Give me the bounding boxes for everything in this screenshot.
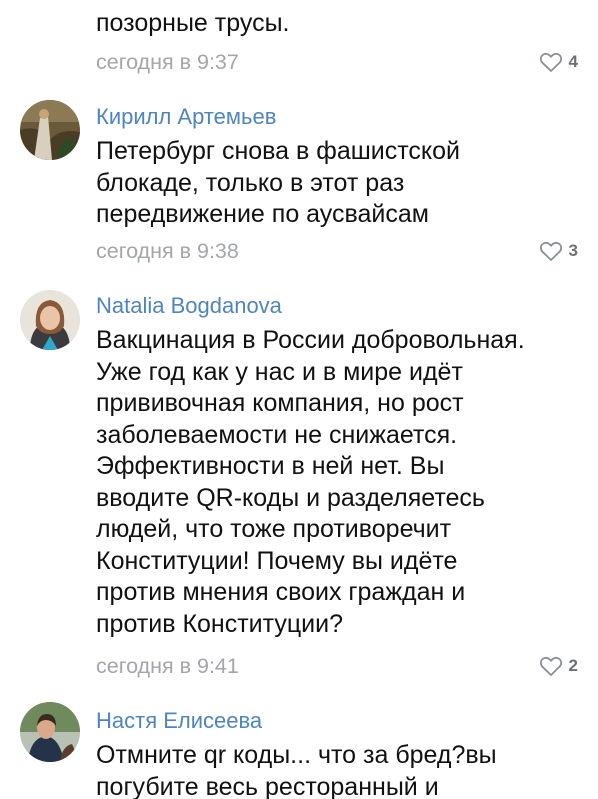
heart-outline-icon <box>539 51 563 73</box>
avatar[interactable] <box>20 290 80 350</box>
heart-outline-icon <box>539 655 563 677</box>
like-count: 3 <box>568 241 578 260</box>
avatar-image <box>20 290 80 350</box>
comment-meta: сегодня в 9:41 2 <box>96 652 578 680</box>
like-count: 2 <box>568 656 578 675</box>
comment-author[interactable]: Кирилл Артемьев <box>96 104 276 130</box>
like-button[interactable]: 4 <box>539 48 578 76</box>
comment-text: Петербург снова в фашистской блокаде, то… <box>96 137 461 228</box>
comment-text: Вакцинация в России добровольная. Уже го… <box>96 326 525 638</box>
comment-item: Natalia Bogdanova Вакцинация в России до… <box>0 280 598 692</box>
comment-item: Настя Елисеева Отмните qr коды... что за… <box>0 692 598 799</box>
comment-meta: сегодня в 9:38 3 <box>96 237 578 265</box>
avatar-image <box>20 702 80 762</box>
comments-feed: позорные трусы. сегодня в 9:37 4 Кирилл … <box>0 0 598 799</box>
like-button[interactable]: 2 <box>539 652 578 680</box>
comment-item: позорные трусы. сегодня в 9:37 4 <box>0 0 598 90</box>
comment-item: Кирилл Артемьев Петербург снова в фашист… <box>0 90 598 280</box>
like-count: 4 <box>568 52 578 71</box>
like-button[interactable]: 3 <box>539 237 578 265</box>
comment-text: Отмните qr коды... что за бред?вы погуби… <box>96 741 497 799</box>
avatar-image <box>20 100 80 160</box>
heart-outline-icon <box>539 240 563 262</box>
comment-meta: сегодня в 9:37 4 <box>96 48 578 76</box>
comment-author[interactable]: Настя Елисеева <box>96 708 262 734</box>
comment-author[interactable]: Natalia Bogdanova <box>96 293 282 319</box>
comment-timestamp[interactable]: сегодня в 9:37 <box>96 48 239 76</box>
avatar[interactable] <box>20 100 80 160</box>
comment-timestamp[interactable]: сегодня в 9:38 <box>96 237 239 265</box>
comment-text: позорные трусы. <box>96 9 290 37</box>
comment-timestamp[interactable]: сегодня в 9:41 <box>96 652 239 680</box>
avatar[interactable] <box>20 702 80 762</box>
